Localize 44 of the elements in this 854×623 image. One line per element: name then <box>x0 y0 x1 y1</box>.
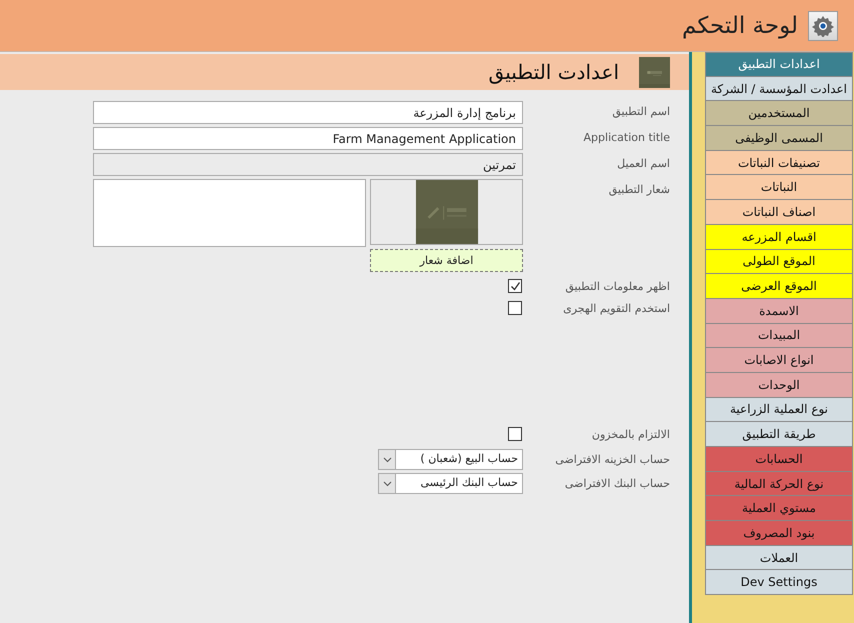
sidebar-item[interactable]: الاسمدة <box>705 298 853 324</box>
field-label: اظهر معلومات التطبيق <box>564 279 670 293</box>
field-label: Application title <box>582 130 670 144</box>
field-label: الالتزام بالمخزون <box>590 427 670 441</box>
sidebar-item[interactable]: الوحدات <box>705 372 853 398</box>
dropdown[interactable]: حساب البيع (شعبان ) <box>378 449 523 470</box>
field-label: شعار التطبيق <box>608 182 670 196</box>
sidebar-item[interactable]: طريقة التطبيق <box>705 422 853 447</box>
sidebar-item[interactable]: اصناف النباتات <box>705 200 853 225</box>
chevron-down-icon <box>382 480 392 486</box>
sidebar-item[interactable]: النباتات <box>705 175 853 200</box>
sidebar-item[interactable]: العملات <box>705 546 853 570</box>
field-label: اسم العميل <box>616 156 670 170</box>
sidebar-item[interactable]: المسمى الوظيفى <box>705 126 853 151</box>
field-label: حساب البنك الافتراضى <box>564 476 670 490</box>
sidebar-item[interactable]: انواع الاصابات <box>705 348 853 373</box>
sidebar-item[interactable]: المبيدات <box>705 324 853 348</box>
settings-icon[interactable] <box>808 10 838 40</box>
dropdown[interactable]: حساب البنك الرئيسى <box>378 473 523 494</box>
sidebar-item[interactable]: المستخدمين <box>705 101 853 126</box>
sidebar-item[interactable]: مستوي العملية <box>705 496 853 522</box>
window-title: لوحة التحكم <box>682 12 798 38</box>
sidebar-item[interactable]: اعدادت المؤسسة / الشركة <box>705 76 853 102</box>
checkbox[interactable] <box>508 301 522 315</box>
checkbox[interactable] <box>508 427 522 441</box>
text-field[interactable]: Farm Management Application <box>93 127 523 150</box>
sidebar-item[interactable]: تصنيفات النباتات <box>705 150 853 176</box>
checkbox[interactable] <box>508 279 522 293</box>
sidebar-item[interactable]: اقسام المزرعه <box>705 224 853 250</box>
sidebar-item[interactable]: نوع الحركة المالية <box>705 472 853 496</box>
text-field[interactable]: برنامج إدارة المزرعة <box>93 101 523 124</box>
field-label: حساب الخزينه الافتراضى <box>554 452 670 466</box>
sidebar-item[interactable]: اعدادات التطبيق <box>705 52 853 77</box>
chevron-down-icon <box>382 456 392 462</box>
sidebar-item[interactable]: بنود المصروف <box>705 521 853 546</box>
sidebar-item[interactable]: نوع العملية الزراعية <box>705 398 853 422</box>
sidebar-item[interactable]: الموقع العرضى <box>705 274 853 299</box>
section-title: اعدادت التطبيق <box>488 60 619 84</box>
sidebar-item[interactable]: Dev Settings <box>705 570 853 596</box>
field-label: اسم التطبيق <box>611 104 670 118</box>
add-logo-button[interactable]: اضافة شعار <box>370 249 523 272</box>
sidebar-item[interactable]: الموقع الطولى <box>705 250 853 274</box>
sidebar-item[interactable]: الحسابات <box>705 447 853 472</box>
field-label: استخدم التقويم الهجرى <box>562 301 670 315</box>
